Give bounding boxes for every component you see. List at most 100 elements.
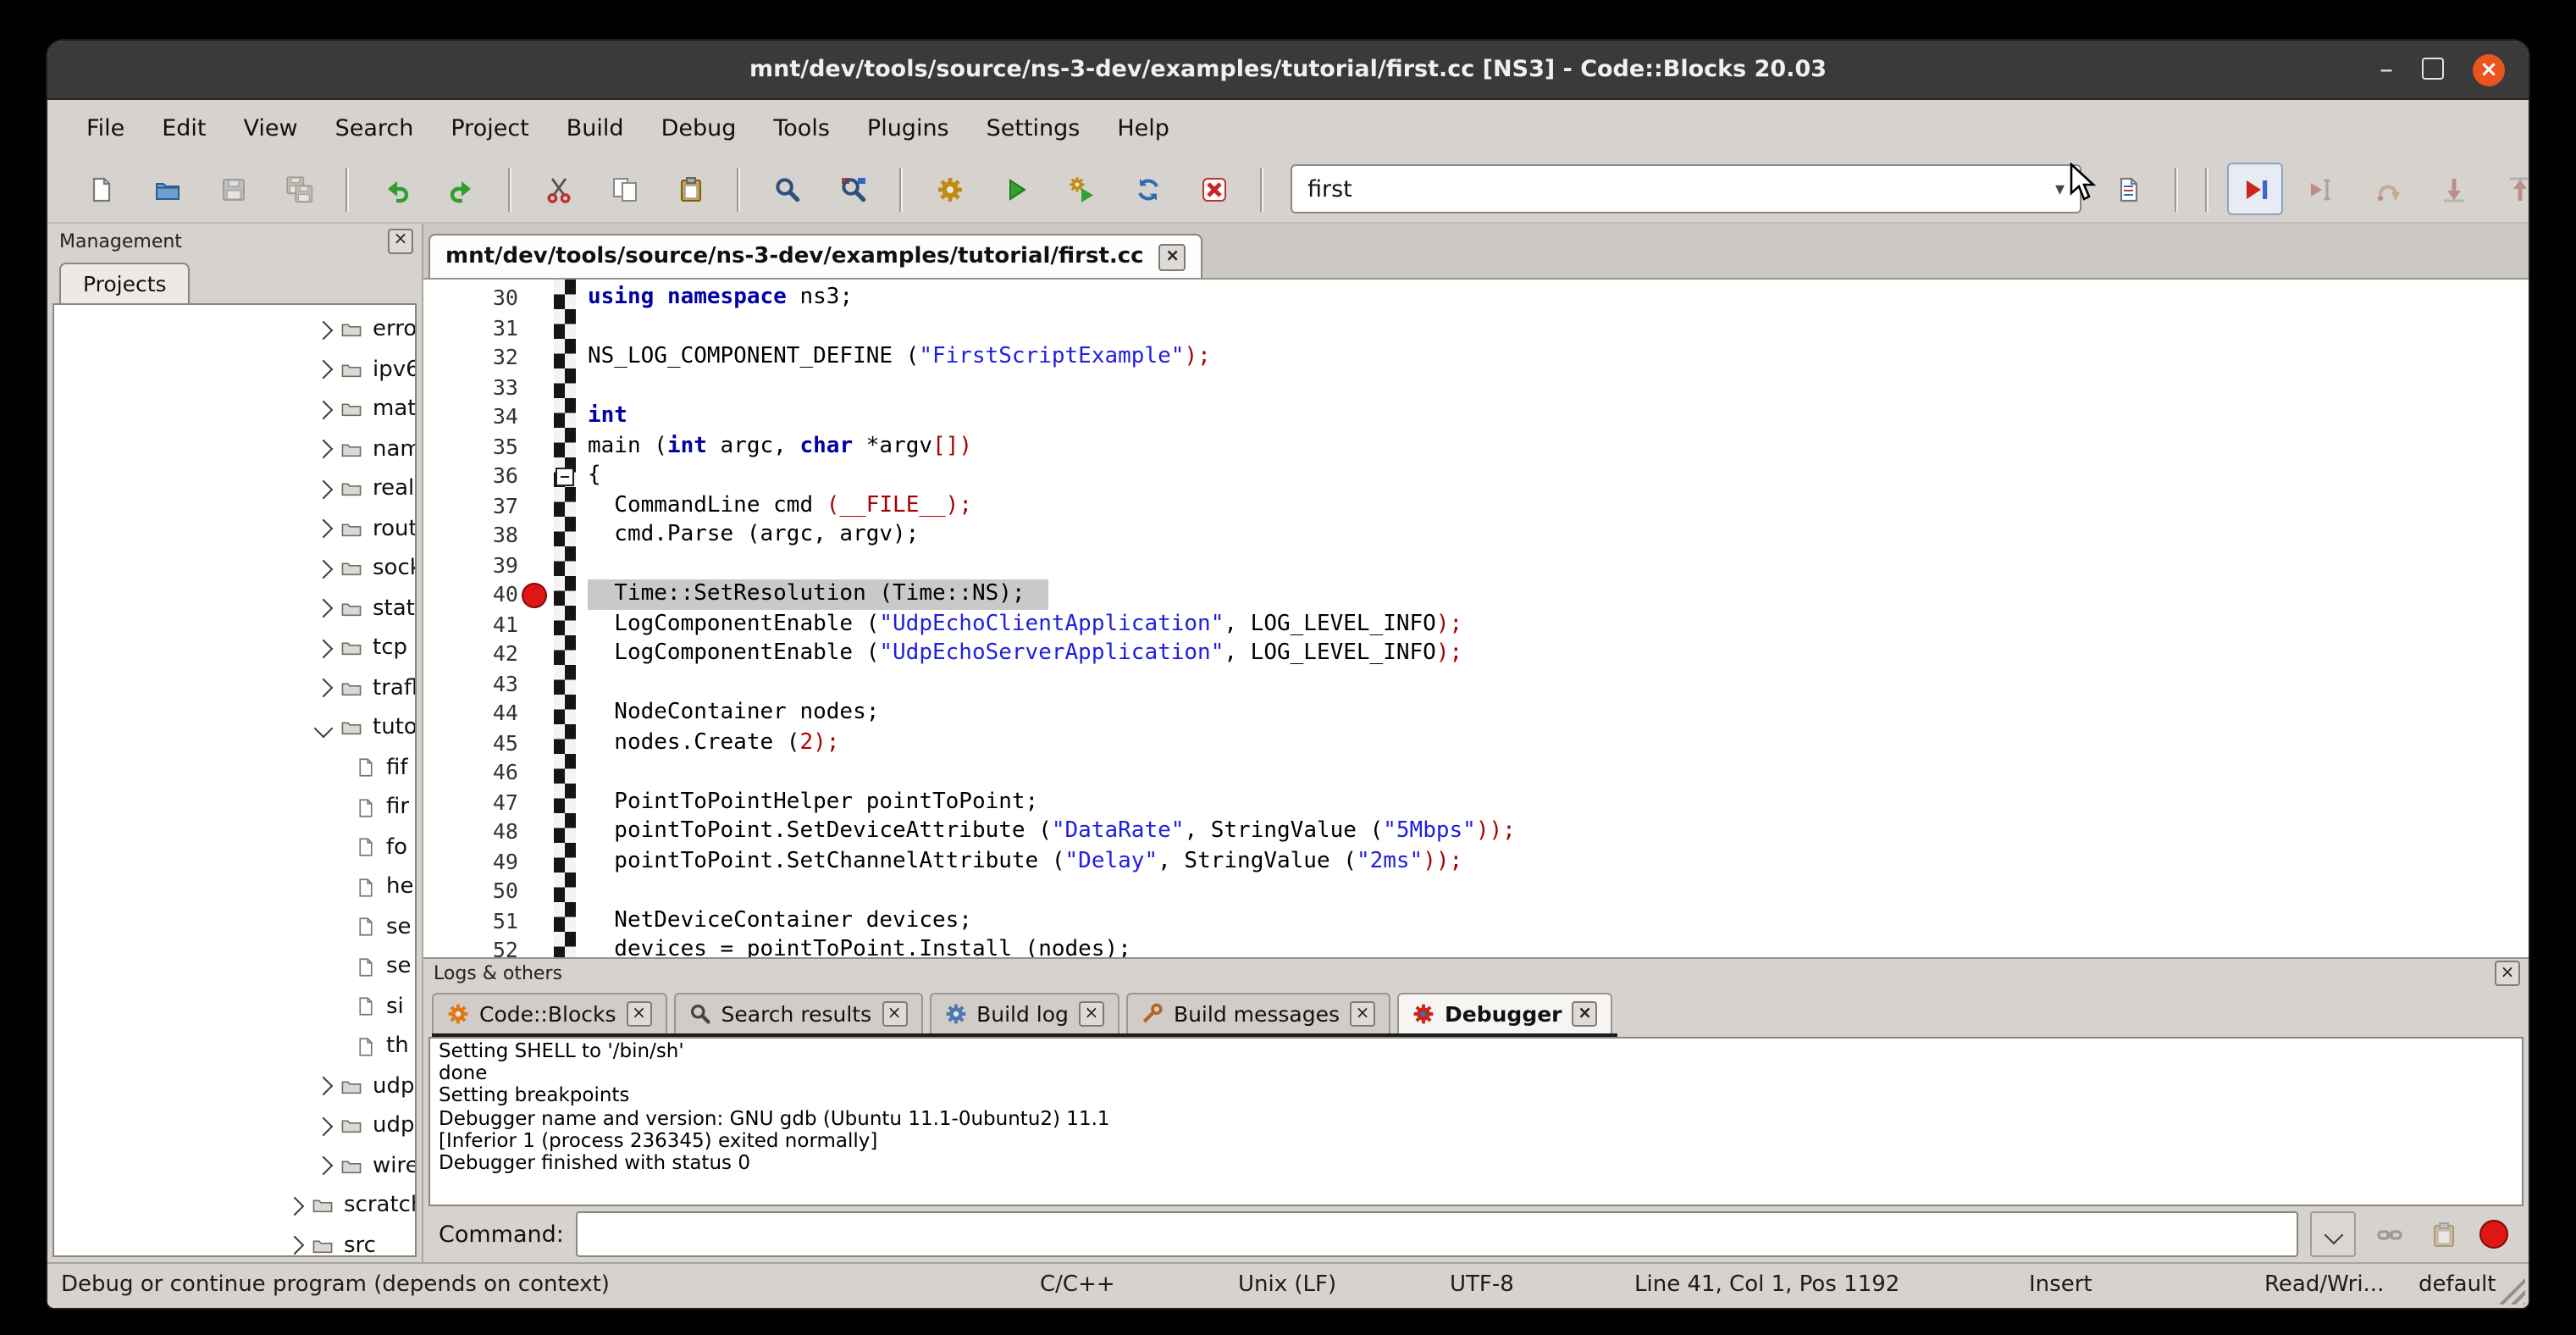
tree-item-real[interactable]: real xyxy=(54,469,415,509)
rebuild-button[interactable] xyxy=(1119,163,1175,215)
stop-debugger-button[interactable] xyxy=(2479,1220,2508,1249)
chevron-expanded-icon[interactable] xyxy=(314,718,334,738)
management-close-button[interactable]: × xyxy=(388,228,413,253)
log-tab-search-results[interactable]: Search results× xyxy=(674,993,923,1033)
tree-item-th[interactable]: th xyxy=(54,1027,415,1066)
tree-item-udp[interactable]: udp xyxy=(54,1066,415,1106)
tree-item-erro[interactable]: erro xyxy=(54,310,415,350)
compile-current-file-button[interactable] xyxy=(2100,163,2156,215)
menu-tools[interactable]: Tools xyxy=(755,114,849,141)
chevron-collapsed-icon[interactable] xyxy=(285,1236,305,1255)
close-button[interactable]: × xyxy=(2473,53,2505,86)
editor-tab-first-cc[interactable]: mnt/dev/tools/source/ns-3-dev/examples/t… xyxy=(428,234,1203,278)
chevron-collapsed-icon[interactable] xyxy=(285,1196,305,1216)
chevron-collapsed-icon[interactable] xyxy=(314,360,334,379)
tab-projects[interactable]: Projects xyxy=(59,263,191,303)
new-file-button[interactable] xyxy=(73,163,129,215)
cut-button[interactable] xyxy=(530,163,586,215)
menu-help[interactable]: Help xyxy=(1098,114,1188,141)
run-button[interactable] xyxy=(987,163,1043,215)
debug-continue-button[interactable] xyxy=(2227,163,2283,215)
command-input[interactable] xyxy=(576,1211,2298,1257)
open-file-button[interactable] xyxy=(139,163,195,215)
next-line-button[interactable] xyxy=(2359,163,2415,215)
link-icon-button[interactable] xyxy=(2368,1213,2410,1255)
chevron-collapsed-icon[interactable] xyxy=(314,400,334,419)
log-tab-close-button[interactable]: × xyxy=(882,1001,907,1027)
log-tab-close-button[interactable]: × xyxy=(1079,1001,1104,1027)
run-to-cursor-button[interactable] xyxy=(2293,163,2349,215)
chevron-collapsed-icon[interactable] xyxy=(314,1156,334,1176)
menu-file[interactable]: File xyxy=(68,114,143,141)
build-and-run-button[interactable] xyxy=(1053,163,1109,215)
log-tab-close-button[interactable]: × xyxy=(1573,1001,1598,1027)
logs-close-button[interactable]: × xyxy=(2495,961,2520,986)
tree-item-tuto[interactable]: tuto xyxy=(54,708,415,748)
menu-build[interactable]: Build xyxy=(548,114,643,141)
step-into-button[interactable] xyxy=(2425,163,2481,215)
chevron-collapsed-icon[interactable] xyxy=(314,479,334,499)
log-tab-close-button[interactable]: × xyxy=(627,1001,652,1027)
chevron-collapsed-icon[interactable] xyxy=(314,679,334,698)
tree-item-stat[interactable]: stat xyxy=(54,589,415,629)
title-bar[interactable]: mnt/dev/tools/source/ns-3-dev/examples/t… xyxy=(47,41,2529,100)
tree-item-si[interactable]: si xyxy=(54,987,415,1027)
log-tab-debugger[interactable]: Debugger× xyxy=(1397,993,1613,1033)
breakpoint-marker[interactable] xyxy=(522,583,547,608)
step-out-button[interactable] xyxy=(2491,163,2529,215)
tree-item-fif[interactable]: fif xyxy=(54,748,415,788)
tree-item-wire[interactable]: wire xyxy=(54,1146,415,1186)
tree-item-nam[interactable]: nam xyxy=(54,429,415,469)
chevron-collapsed-icon[interactable] xyxy=(314,440,334,459)
redo-button[interactable] xyxy=(434,163,489,215)
chevron-collapsed-icon[interactable] xyxy=(314,1077,334,1096)
replace-button[interactable] xyxy=(825,163,881,215)
maximize-button[interactable] xyxy=(2422,53,2444,86)
breakpoint-margin[interactable] xyxy=(523,280,554,957)
tree-item-se[interactable]: se xyxy=(54,947,415,987)
tree-item-trafl[interactable]: trafl xyxy=(54,668,415,708)
tree-item-tcp[interactable]: tcp xyxy=(54,629,415,668)
menu-search[interactable]: Search xyxy=(317,114,433,141)
menu-view[interactable]: View xyxy=(225,114,317,141)
fold-margin[interactable] xyxy=(554,280,576,957)
tree-item-mat[interactable]: mat xyxy=(54,390,415,429)
chevron-collapsed-icon[interactable] xyxy=(314,1116,334,1136)
copy-button[interactable] xyxy=(596,163,652,215)
tree-item-sock[interactable]: sock xyxy=(54,549,415,589)
menu-settings[interactable]: Settings xyxy=(968,114,1099,141)
chevron-collapsed-icon[interactable] xyxy=(314,559,334,579)
chevron-collapsed-icon[interactable] xyxy=(314,519,334,539)
find-button[interactable] xyxy=(759,163,815,215)
build-button[interactable] xyxy=(921,163,977,215)
tree-item-fo[interactable]: fo xyxy=(54,828,415,867)
save-all-button[interactable] xyxy=(271,163,327,215)
tree-item-ipv6[interactable]: ipv6 xyxy=(54,350,415,390)
tree-item-se[interactable]: se xyxy=(54,907,415,947)
code-area[interactable]: using namespace ns3;NS_LOG_COMPONENT_DEF… xyxy=(576,280,2529,957)
fold-collapse-button[interactable] xyxy=(556,468,574,486)
save-button[interactable] xyxy=(205,163,261,215)
tree-item-udp[interactable]: udp- xyxy=(54,1106,415,1146)
chevron-collapsed-icon[interactable] xyxy=(314,639,334,658)
tree-item-rout[interactable]: rout xyxy=(54,509,415,549)
log-tab-close-button[interactable]: × xyxy=(1350,1001,1375,1027)
log-tab-code-blocks[interactable]: Code::Blocks× xyxy=(432,993,667,1033)
editor-tab-close-button[interactable]: × xyxy=(1159,243,1186,270)
menu-project[interactable]: Project xyxy=(432,114,547,141)
abort-build-button[interactable] xyxy=(1186,163,1241,215)
log-tab-build-messages[interactable]: Build messages× xyxy=(1126,993,1390,1033)
build-target-combo[interactable]: first▾ xyxy=(1291,164,2081,213)
tree-item-fir[interactable]: fir xyxy=(54,788,415,828)
tree-item-scratch[interactable]: scratch xyxy=(54,1186,415,1226)
paste-button[interactable] xyxy=(662,163,718,215)
code-editor[interactable]: 3031323334353637383940414243444546474849… xyxy=(423,280,2529,957)
menu-plugins[interactable]: Plugins xyxy=(849,114,968,141)
chevron-collapsed-icon[interactable] xyxy=(314,320,334,340)
undo-button[interactable] xyxy=(368,163,423,215)
minimize-button[interactable]: – xyxy=(2380,61,2393,78)
menu-debug[interactable]: Debug xyxy=(643,114,755,141)
resize-grip[interactable] xyxy=(2496,1276,2525,1305)
tree-item-src[interactable]: src xyxy=(54,1226,415,1257)
clipboard-icon-button[interactable] xyxy=(2422,1213,2464,1255)
